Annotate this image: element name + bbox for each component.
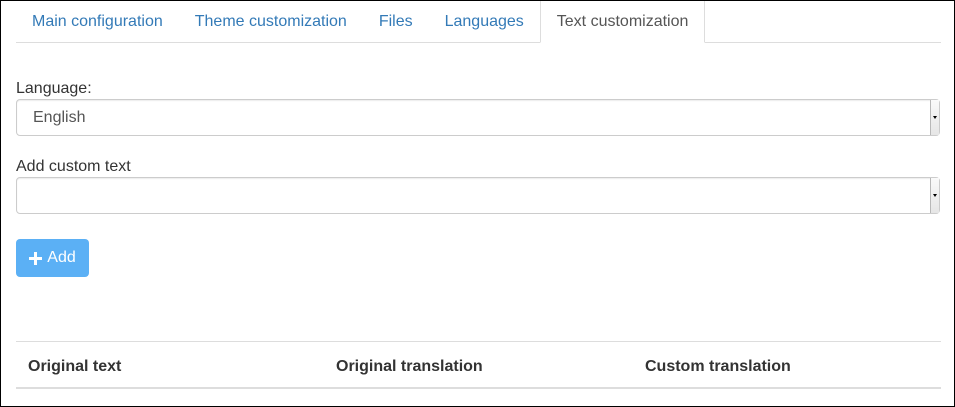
plus-icon xyxy=(29,251,43,265)
column-header-custom-translation: Custom translation xyxy=(645,358,791,375)
language-select-value: English xyxy=(33,108,86,126)
column-header-original-translation: Original translation xyxy=(336,358,483,375)
tab-languages[interactable]: Languages xyxy=(429,2,540,42)
chevron-down-icon[interactable] xyxy=(930,100,939,135)
custom-text-label: Add custom text xyxy=(16,158,131,175)
add-button[interactable]: Add xyxy=(16,239,89,277)
chevron-down-icon[interactable] xyxy=(930,178,939,213)
translations-table-header: Original text Original translation Custo… xyxy=(16,341,941,389)
panel: Main configuration Theme customization F… xyxy=(0,0,955,407)
column-header-original-text: Original text xyxy=(28,358,122,375)
tab-main-configuration[interactable]: Main configuration xyxy=(16,2,179,42)
tab-bar: Main configuration Theme customization F… xyxy=(16,1,941,43)
tab-files[interactable]: Files xyxy=(363,2,429,42)
language-select[interactable]: English xyxy=(16,99,940,136)
tab-text-customization[interactable]: Text customization xyxy=(539,1,706,43)
tab-theme-customization[interactable]: Theme customization xyxy=(179,2,363,42)
language-label: Language: xyxy=(16,80,92,97)
custom-text-select[interactable] xyxy=(16,177,940,214)
add-button-label: Add xyxy=(47,249,76,266)
